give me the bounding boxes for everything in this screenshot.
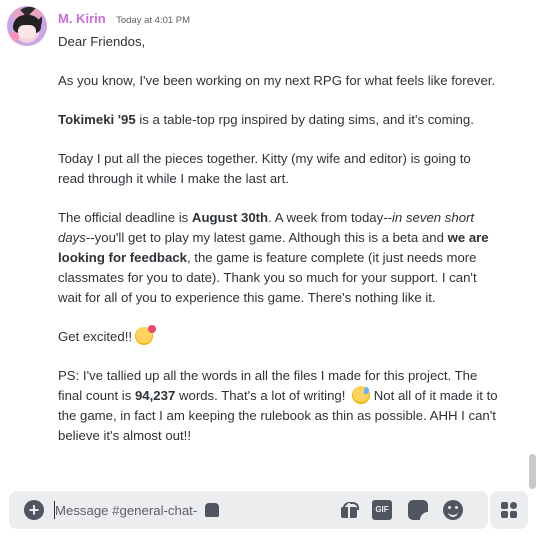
sticker-icon[interactable] <box>408 500 428 520</box>
paragraph-4-b: . A week from today-- <box>268 210 392 225</box>
scrollbar-track[interactable] <box>527 0 535 487</box>
gif-button[interactable]: GIF <box>372 500 392 520</box>
smiling-face-with-hearts-icon[interactable] <box>135 325 157 345</box>
paragraph-4-c: --you'll get to play my latest game. Alt… <box>85 230 448 245</box>
greeting: Dear Friendos, <box>58 34 146 49</box>
scrollbar-thumb[interactable] <box>529 454 536 489</box>
get-excited: Get excited!! <box>58 329 133 344</box>
username[interactable]: M. Kirin <box>58 11 106 26</box>
avatar-face <box>18 25 36 39</box>
message-list[interactable]: M. Kirin Today at 4:01 PM Dear Friendos,… <box>0 0 540 487</box>
apps-icon <box>501 502 508 509</box>
paragraph-4: The official deadline is August 30th. A … <box>58 208 498 308</box>
paragraph-1: As you know, I've been working on my nex… <box>58 73 496 88</box>
message-header: M. Kirin Today at 4:01 PM <box>58 10 190 28</box>
paragraph-2: Tokimeki '95 is a table-top rpg inspired… <box>58 110 498 130</box>
paragraph-6: PS: I've tallied up all the words in all… <box>58 366 498 446</box>
channel-emoji-icon <box>205 503 219 517</box>
apps-button[interactable] <box>490 491 528 529</box>
message-composer: + GIF <box>9 491 488 529</box>
paragraph-3: Today I put all the pieces together. Kit… <box>58 151 471 186</box>
paragraph-2-text: is a table-top rpg inspired by dating si… <box>135 112 474 127</box>
deadline-date: August 30th <box>191 210 269 225</box>
paragraph-6-b: words. That's a lot of writing! <box>175 388 350 403</box>
add-attachment-button[interactable]: + <box>24 500 44 520</box>
message-input[interactable] <box>55 499 315 521</box>
gift-icon[interactable] <box>339 500 359 520</box>
word-count: 94,237 <box>134 388 176 403</box>
message-body: Dear Friendos, As you know, I've been wo… <box>58 32 498 446</box>
avatar-flower <box>9 32 19 42</box>
avatar[interactable] <box>7 6 47 46</box>
timestamp: Today at 4:01 PM <box>116 15 191 26</box>
emoji-picker-icon[interactable] <box>443 500 463 520</box>
paragraph-5: Get excited!! <box>58 325 498 347</box>
grinning-face-with-sweat-icon[interactable] <box>352 386 371 404</box>
paragraph-4-a: The official deadline is <box>58 210 192 225</box>
game-title: Tokimeki '95 <box>58 112 136 127</box>
